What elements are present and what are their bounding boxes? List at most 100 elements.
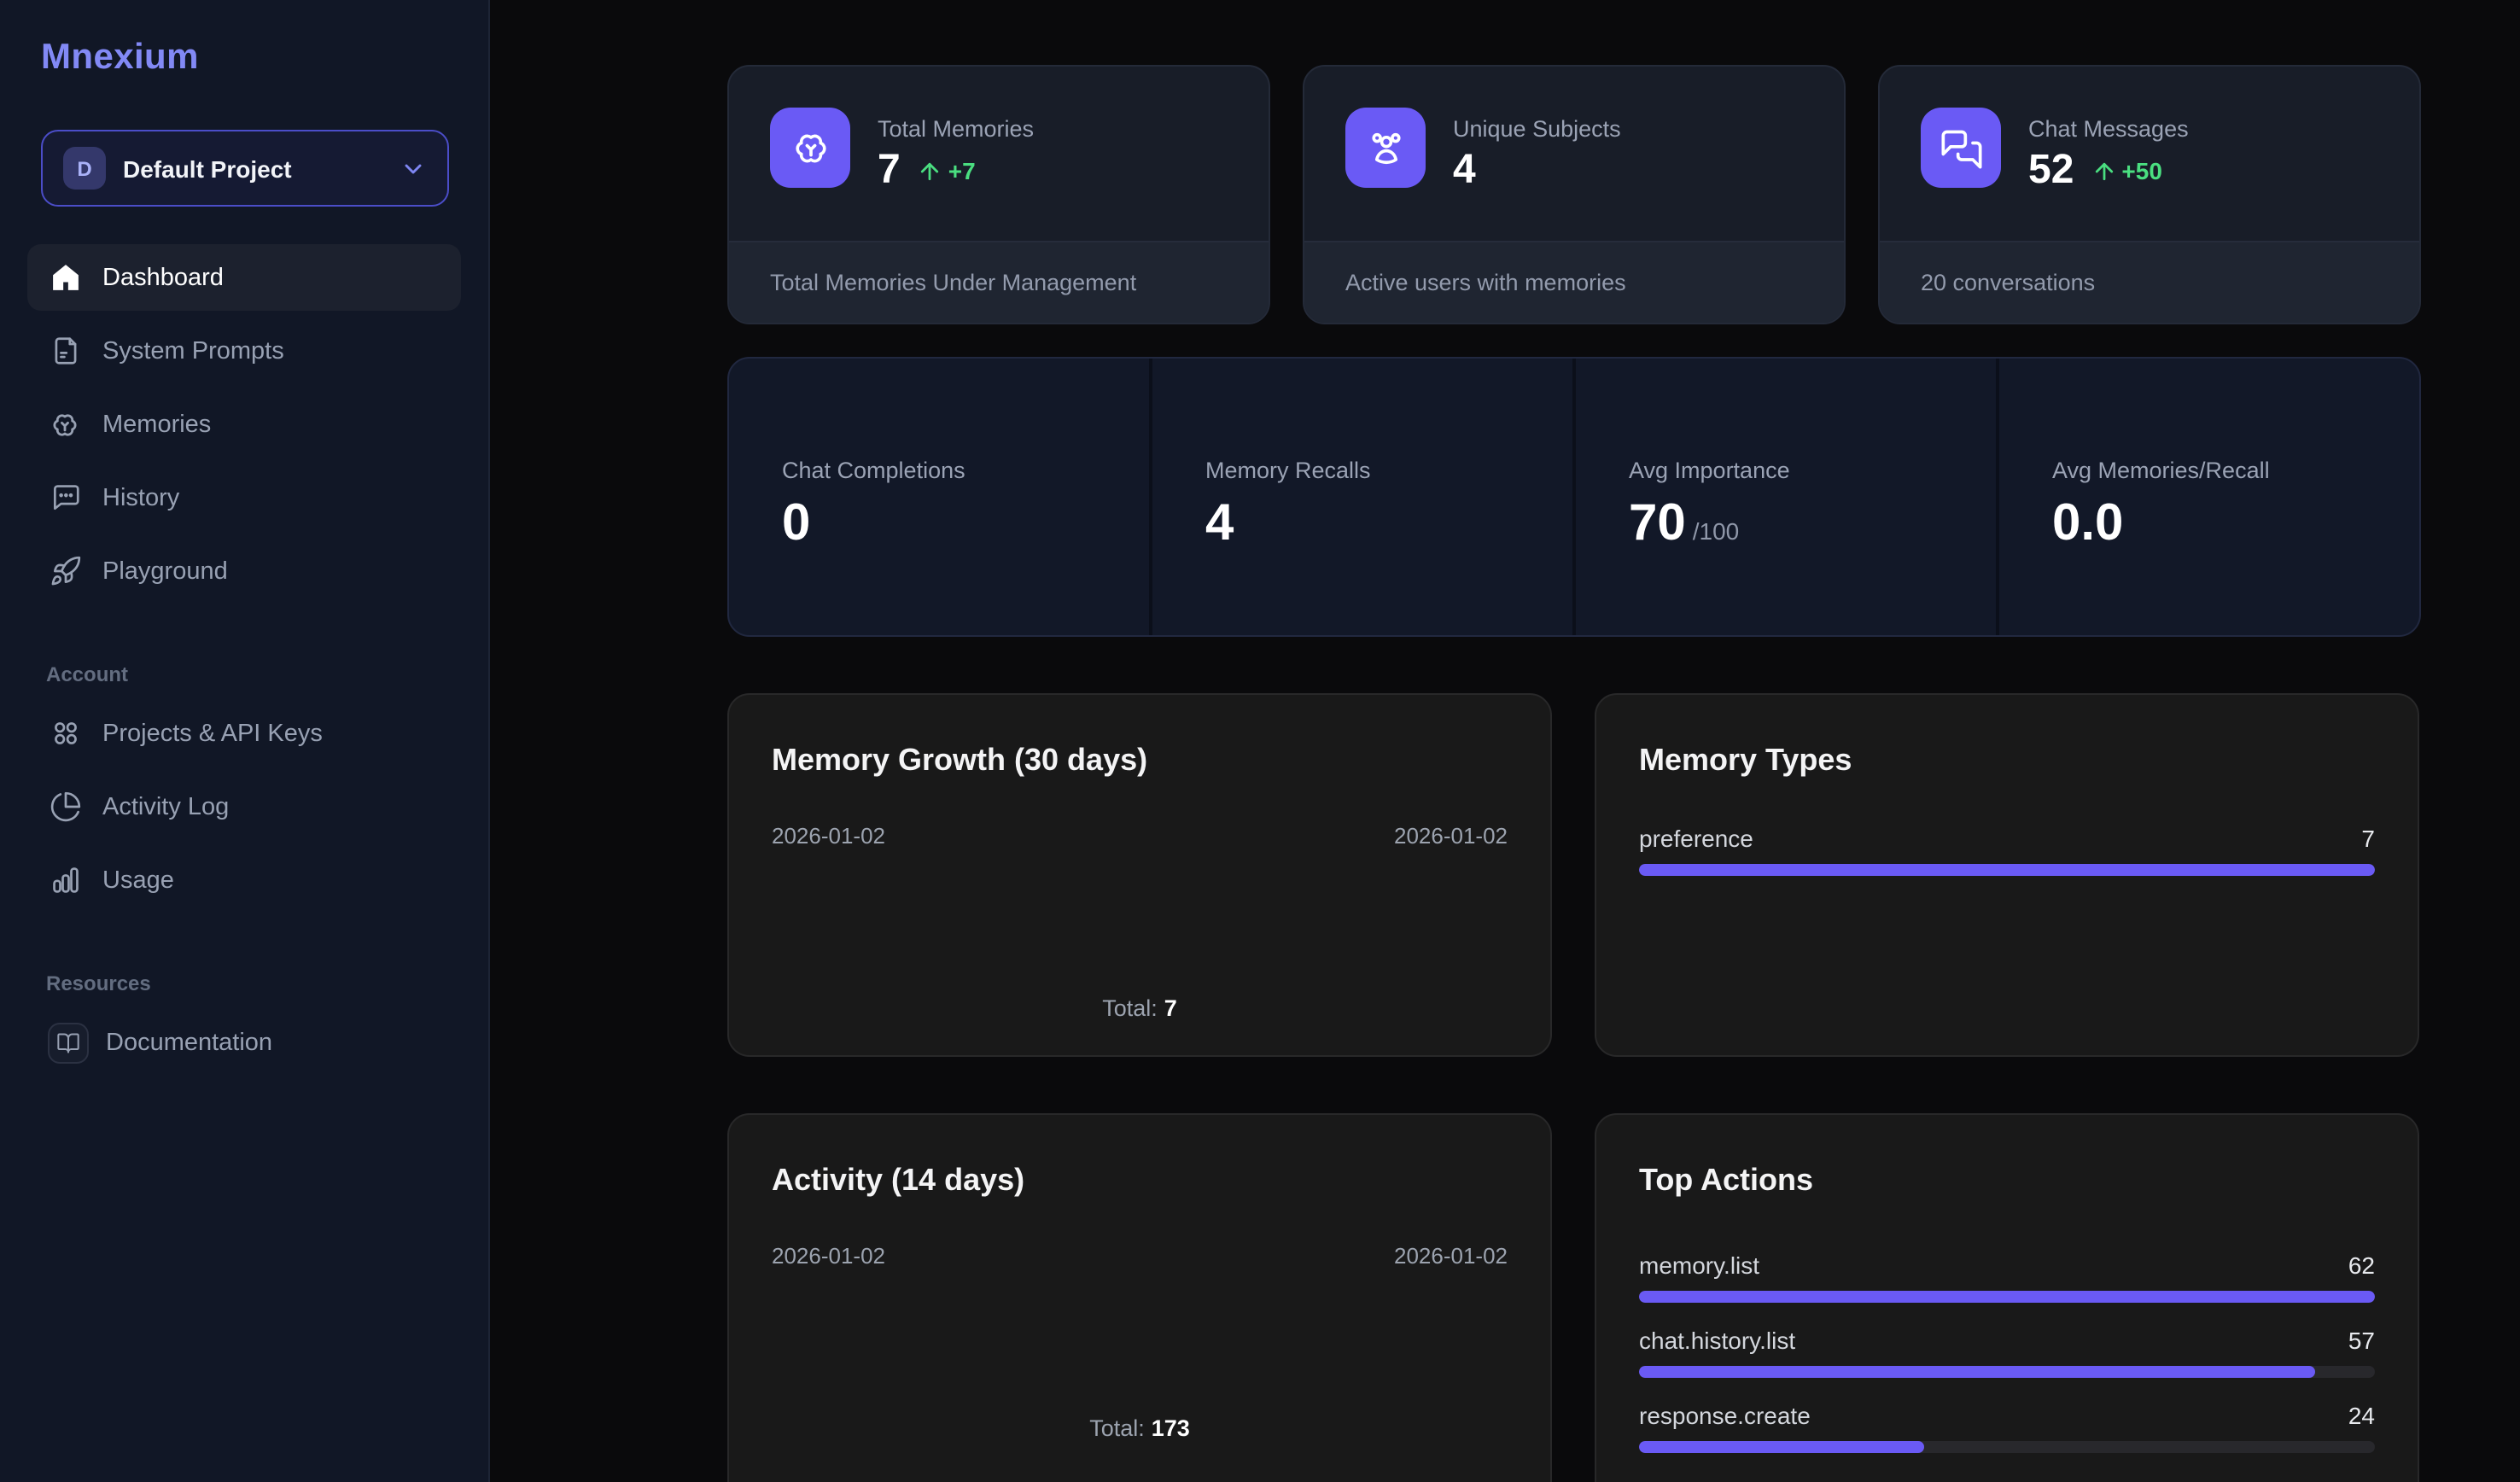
sidebar-item-projects-api-keys[interactable]: Projects & API Keys <box>27 700 461 767</box>
stat-label: Unique Subjects <box>1453 116 1621 142</box>
main-content: Total Memories 7 +7 Total Memories Under… <box>490 0 2520 1482</box>
pie-chart-icon <box>48 790 82 824</box>
bar-label: memory.list <box>1639 1250 1759 1281</box>
project-selector[interactable]: D Default Project <box>41 130 449 207</box>
chevron-down-icon <box>400 155 427 182</box>
sidebar-item-history[interactable]: History <box>27 464 461 531</box>
bar-track <box>1639 864 2375 876</box>
chart-date-end: 2026-01-02 <box>1394 823 1508 849</box>
chat-dots-icon <box>48 481 82 515</box>
messages-icon <box>1921 108 2001 188</box>
sidebar-item-system-prompts[interactable]: System Prompts <box>27 318 461 384</box>
top-actions-card: Top Actions memory.list 62 chat.history.… <box>1595 1113 2419 1482</box>
chart-total: Total:173 <box>729 1415 1550 1441</box>
metric-suffix: /100 <box>1693 517 1740 545</box>
app-window: Mnexium D Default Project Dashboard Syst… <box>0 0 2520 1482</box>
charts-row-2: Activity (14 days) 2026-01-02 2026-01-02… <box>727 1113 2421 1482</box>
bar-label: chat.history.list <box>1639 1325 1795 1356</box>
metric-avg-importance: Avg Importance 70 /100 <box>1572 359 1996 635</box>
bar-fill <box>1639 864 2375 876</box>
grid-icon <box>48 716 82 750</box>
section-label-resources: Resources <box>46 971 488 995</box>
arrow-up-icon <box>2091 158 2116 184</box>
home-icon <box>48 260 82 295</box>
memory-growth-card: Memory Growth (30 days) 2026-01-02 2026-… <box>727 693 1552 1057</box>
bar-chart-icon <box>48 863 82 897</box>
resources-list: Documentation <box>0 1009 488 1076</box>
account-list: Projects & API Keys Activity Log Usage <box>0 700 488 913</box>
arrow-up-icon <box>918 158 943 184</box>
sidebar-item-playground[interactable]: Playground <box>27 538 461 604</box>
metric-memory-recalls: Memory Recalls 4 <box>1149 359 1572 635</box>
sidebar-item-label: Memories <box>102 411 211 438</box>
bar-value: 24 <box>2348 1400 2375 1431</box>
book-open-icon <box>48 1022 89 1063</box>
bar-value: 57 <box>2348 1325 2375 1356</box>
card-title: Memory Types <box>1639 743 2375 779</box>
users-icon <box>1345 108 1426 188</box>
metric-label: Chat Completions <box>782 458 1149 483</box>
sidebar-item-usage[interactable]: Usage <box>27 847 461 913</box>
file-text-icon <box>48 334 82 368</box>
sidebar-item-dashboard[interactable]: Dashboard <box>27 244 461 311</box>
app-logo: Mnexium <box>0 0 488 79</box>
sidebar-item-documentation[interactable]: Documentation <box>27 1009 461 1076</box>
stat-card-total-memories: Total Memories 7 +7 Total Memories Under… <box>727 65 1270 324</box>
brain-icon <box>48 407 82 441</box>
metric-value: 4 <box>1205 495 1234 553</box>
chart-date-start: 2026-01-02 <box>772 1243 885 1269</box>
sidebar-item-memories[interactable]: Memories <box>27 391 461 458</box>
rocket-icon <box>48 554 82 588</box>
metric-value: 0 <box>782 495 810 553</box>
sidebar-item-label: Projects & API Keys <box>102 720 323 747</box>
sidebar-item-activity-log[interactable]: Activity Log <box>27 773 461 840</box>
sidebar-item-label: System Prompts <box>102 337 284 365</box>
memory-types-card: Memory Types preference 7 <box>1595 693 2419 1057</box>
bar-value: 7 <box>2361 823 2375 854</box>
chart-date-start: 2026-01-02 <box>772 823 885 849</box>
sidebar-item-label: Dashboard <box>102 264 224 291</box>
stat-value: 7 <box>878 147 901 195</box>
bar-label: memory.extract <box>1639 1475 1802 1482</box>
metric-value: 0.0 <box>2052 495 2123 553</box>
bar-label: response.create <box>1639 1400 1811 1431</box>
bar-track <box>1639 1291 2375 1303</box>
stat-card-chat-messages: Chat Messages 52 +50 20 conversations <box>1878 65 2421 324</box>
bar-row: response.create 24 <box>1639 1400 2375 1453</box>
section-label-account: Account <box>46 662 488 686</box>
bar-track <box>1639 1441 2375 1453</box>
stat-card-unique-subjects: Unique Subjects 4 Active users with memo… <box>1303 65 1846 324</box>
activity-card: Activity (14 days) 2026-01-02 2026-01-02… <box>727 1113 1552 1482</box>
stat-value: 4 <box>1453 147 1476 195</box>
stat-footer: 20 conversations <box>1880 241 2419 323</box>
metric-avg-memories-recall: Avg Memories/Recall 0.0 <box>1996 359 2419 635</box>
sidebar-item-label: Playground <box>102 557 228 585</box>
bar-value: 62 <box>2348 1250 2375 1281</box>
project-avatar: D <box>63 147 106 190</box>
sidebar-item-label: Usage <box>102 866 174 894</box>
stat-label: Total Memories <box>878 116 1034 142</box>
brain-icon <box>770 108 850 188</box>
bar-row: memory.extract 11 <box>1639 1475 2375 1482</box>
card-title: Top Actions <box>1639 1163 2375 1199</box>
sidebar: Mnexium D Default Project Dashboard Syst… <box>0 0 490 1482</box>
bar-row: memory.list 62 <box>1639 1250 2375 1303</box>
metrics-strip: Chat Completions 0 Memory Recalls 4 Avg … <box>727 357 2421 637</box>
bar-fill <box>1639 1366 2315 1378</box>
sidebar-item-label: History <box>102 484 179 511</box>
metric-chat-completions: Chat Completions 0 <box>729 359 1149 635</box>
card-title: Activity (14 days) <box>772 1163 1508 1199</box>
sidebar-nav: Dashboard System Prompts Memories Histor… <box>0 244 488 604</box>
chart-date-end: 2026-01-02 <box>1394 1243 1508 1269</box>
metric-label: Memory Recalls <box>1205 458 1572 483</box>
stat-card-row: Total Memories 7 +7 Total Memories Under… <box>727 65 2421 324</box>
card-title: Memory Growth (30 days) <box>772 743 1508 779</box>
chart-total: Total:7 <box>729 995 1550 1021</box>
stat-value: 52 <box>2028 147 2074 195</box>
bar-value: 11 <box>2350 1475 2375 1482</box>
bar-label: preference <box>1639 823 1753 854</box>
project-name: Default Project <box>123 155 292 182</box>
charts-row-1: Memory Growth (30 days) 2026-01-02 2026-… <box>727 693 2421 1057</box>
stat-footer: Active users with memories <box>1304 241 1844 323</box>
metric-value: 70 <box>1629 495 1686 553</box>
